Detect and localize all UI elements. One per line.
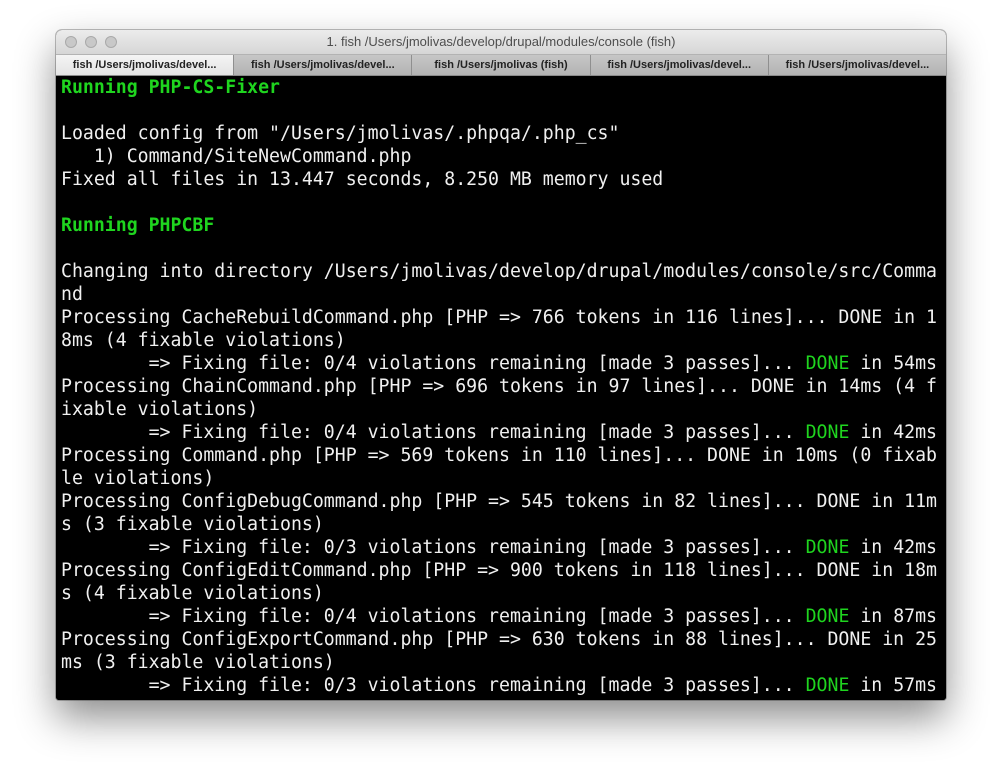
tab-3[interactable]: fish /Users/jmolivas (fish)	[412, 55, 591, 75]
output-line: Loaded config from "/Users/jmolivas/.php…	[61, 123, 620, 144]
fixing-line: => Fixing file: 0/4 violations remaining…	[61, 421, 941, 444]
fixing-line: => Fixing file: 0/4 violations remaining…	[61, 605, 941, 628]
terminal-output[interactable]: Running PHP-CS-Fixer Loaded config from …	[56, 76, 946, 700]
tab-1[interactable]: fish /Users/jmolivas/devel...	[56, 55, 235, 75]
done-status: DONE	[805, 675, 850, 696]
output-line: Processing CacheRebuildCommand.php [PHP …	[61, 307, 937, 328]
output-line: ms (3 fixable violations)	[61, 652, 335, 673]
done-status: DONE	[805, 353, 850, 374]
output-line: ixable violations)	[61, 399, 259, 420]
done-status: DONE	[805, 422, 850, 443]
window-title: 1. fish /Users/jmolivas/develop/drupal/m…	[326, 34, 676, 49]
fixing-duration: in 42ms	[849, 422, 938, 443]
output-line: Processing ConfigDebugCommand.php [PHP =…	[61, 491, 937, 512]
fixing-duration: in 87ms	[849, 606, 938, 627]
output-line: nd	[61, 284, 83, 305]
output-line: le violations)	[61, 468, 215, 489]
output-line: Processing ChainCommand.php [PHP => 696 …	[61, 376, 937, 397]
fixing-text: => Fixing file: 0/4 violations remaining…	[61, 606, 806, 627]
output-line: Processing ConfigExportCommand.php [PHP …	[61, 629, 937, 650]
fixing-line: => Fixing file: 0/3 violations remaining…	[61, 536, 941, 559]
section-heading: Running PHPCBF	[61, 215, 215, 236]
fixing-text: => Fixing file: 0/3 violations remaining…	[61, 675, 806, 696]
output-line: Processing Command.php [PHP => 569 token…	[61, 445, 937, 466]
section-heading: Running PHP-CS-Fixer	[61, 77, 280, 98]
output-line: Changing into directory /Users/jmolivas/…	[61, 261, 937, 282]
done-status: DONE	[805, 537, 850, 558]
title-bar[interactable]: 1. fish /Users/jmolivas/develop/drupal/m…	[56, 30, 946, 55]
fixing-line: => Fixing file: 0/3 violations remaining…	[61, 674, 941, 697]
output-line: 8ms (4 fixable violations)	[61, 330, 346, 351]
tab-4[interactable]: fish /Users/jmolivas/devel...	[590, 55, 769, 75]
fixing-text: => Fixing file: 0/3 violations remaining…	[61, 537, 806, 558]
tab-2[interactable]: fish /Users/jmolivas/devel...	[234, 55, 413, 75]
fixing-duration: in 54ms	[849, 353, 938, 374]
tab-bar: fish /Users/jmolivas/devel... fish /User…	[56, 55, 946, 76]
fixing-duration: in 57ms	[849, 675, 938, 696]
output-line: 1) Command/SiteNewCommand.php	[61, 146, 412, 167]
fixing-text: => Fixing file: 0/4 violations remaining…	[61, 422, 806, 443]
fixing-text: => Fixing file: 0/4 violations remaining…	[61, 353, 806, 374]
output-line: s (3 fixable violations)	[61, 514, 324, 535]
output-line: s (4 fixable violations)	[61, 583, 324, 604]
tab-5[interactable]: fish /Users/jmolivas/devel...	[768, 55, 946, 75]
terminal-window: 1. fish /Users/jmolivas/develop/drupal/m…	[56, 30, 946, 700]
done-status: DONE	[805, 606, 850, 627]
output-line: Processing ConfigEditCommand.php [PHP =>…	[61, 560, 937, 581]
fixing-line: => Fixing file: 0/4 violations remaining…	[61, 352, 941, 375]
fixing-duration: in 42ms	[849, 537, 938, 558]
output-line: Fixed all files in 13.447 seconds, 8.250…	[61, 169, 664, 190]
